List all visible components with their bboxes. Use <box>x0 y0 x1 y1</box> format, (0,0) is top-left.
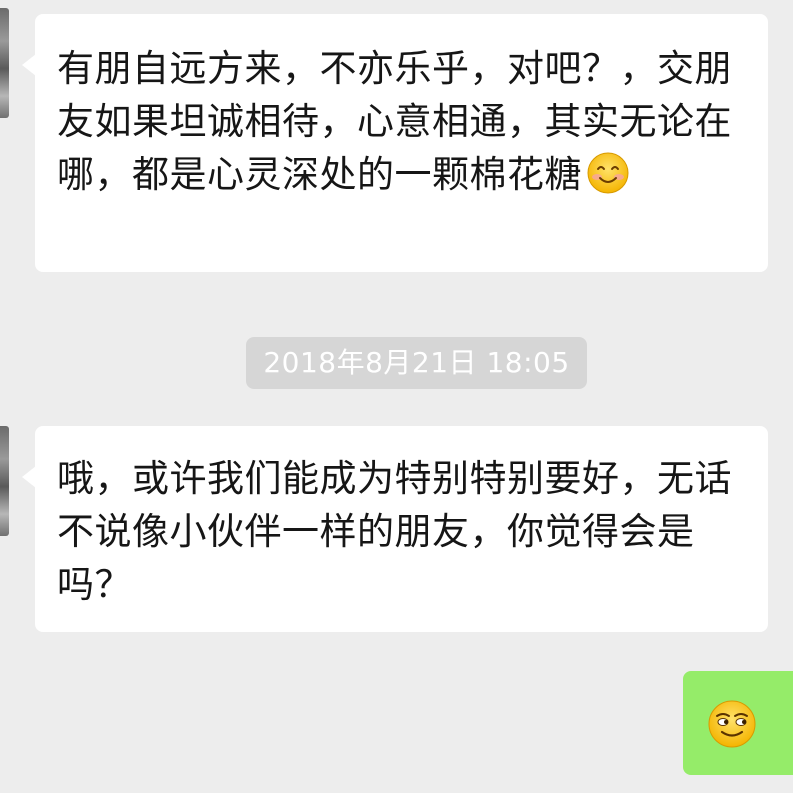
message-text: 有朋自远方来，不亦乐乎，对吧？，交朋友如果坦诚相待，心意相通，其实无论在哪，都是… <box>57 42 748 209</box>
sender-avatar[interactable] <box>0 8 9 118</box>
sly-smile-icon <box>707 699 757 753</box>
smile-icon <box>586 151 630 209</box>
chat-timestamp: 2018年8月21日 18:05 <box>246 337 587 389</box>
sender-avatar[interactable] <box>0 426 9 536</box>
message-text: 哦，或许我们能成为特别特别要好，无话不说像小伙伴一样的朋友，你觉得会是吗？ <box>57 457 732 606</box>
outgoing-message-bubble[interactable] <box>683 671 793 775</box>
incoming-message-bubble[interactable]: 哦，或许我们能成为特别特别要好，无话不说像小伙伴一样的朋友，你觉得会是吗？ <box>22 426 768 632</box>
incoming-message-bubble[interactable]: 有朋自远方来，不亦乐乎，对吧？，交朋友如果坦诚相待，心意相通，其实无论在哪，都是… <box>22 14 768 272</box>
